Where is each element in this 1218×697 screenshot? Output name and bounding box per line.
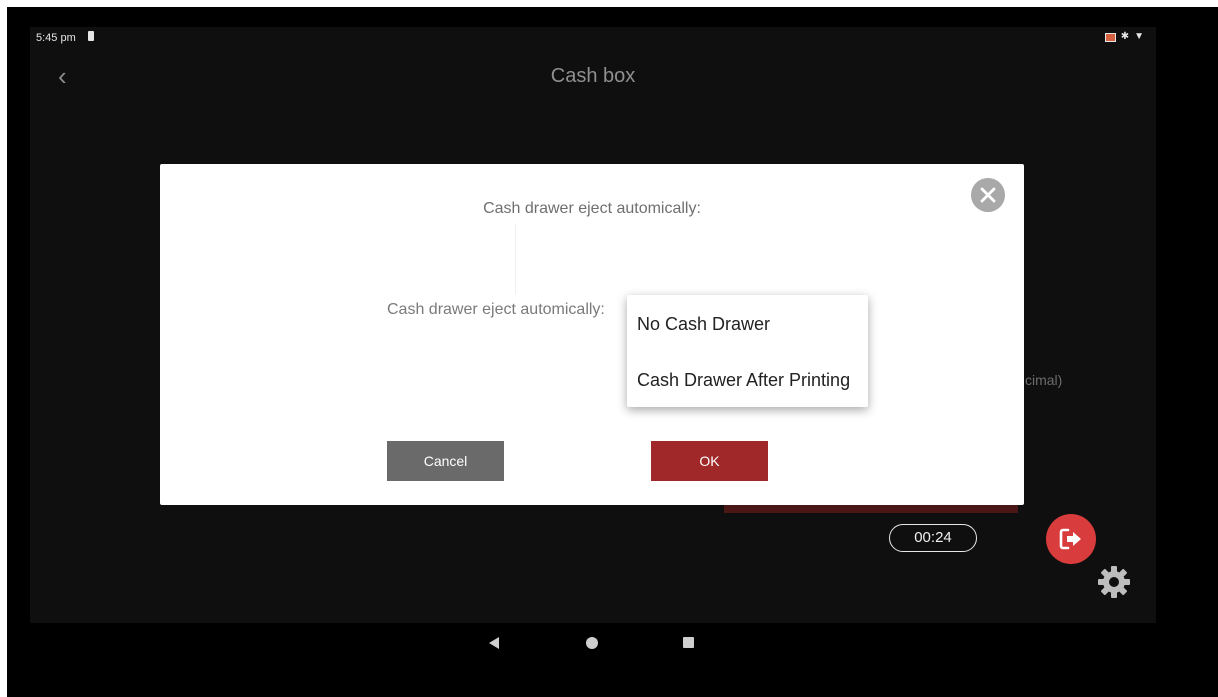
logout-icon <box>1059 528 1081 550</box>
close-icon[interactable] <box>971 178 1005 212</box>
background-save-button <box>724 505 1018 513</box>
nav-home-icon[interactable] <box>586 637 598 649</box>
option-cash-drawer-after-printing[interactable]: Cash Drawer After Printing <box>637 370 850 391</box>
bluetooth-icon: ✱ <box>1120 31 1130 42</box>
cash-drawer-field-label: Cash drawer eject automically: <box>387 301 605 318</box>
gear-icon[interactable] <box>1096 564 1132 600</box>
cash-drawer-dialog: Cash drawer eject automically: Cash draw… <box>160 164 1024 505</box>
sim-icon <box>88 31 94 41</box>
background-partial-label: cimal) <box>1025 372 1063 388</box>
app-bar: ‹ Cash box <box>30 57 1156 97</box>
dialog-divider <box>515 224 516 294</box>
dialog-title: Cash drawer eject automically: <box>483 200 701 217</box>
nav-back-icon[interactable] <box>489 637 499 649</box>
cancel-button[interactable]: Cancel <box>387 441 504 481</box>
news-icon <box>1104 32 1116 42</box>
option-no-cash-drawer[interactable]: No Cash Drawer <box>637 314 770 335</box>
ok-button[interactable]: OK <box>651 441 768 481</box>
page-title: Cash box <box>550 65 636 87</box>
status-time: 5:45 pm <box>36 32 76 44</box>
nav-recent-icon[interactable] <box>683 637 694 648</box>
status-icons: ✱ ▼ <box>1104 31 1144 43</box>
wifi-icon: ▼ <box>1134 31 1144 42</box>
logout-button[interactable] <box>1046 514 1096 564</box>
cash-drawer-dropdown: No Cash Drawer Cash Drawer After Printin… <box>627 295 868 407</box>
status-bar: 5:45 pm ✱ ▼ <box>30 27 1156 49</box>
android-nav-bar <box>0 623 1218 663</box>
timer-badge: 00:24 <box>889 524 977 552</box>
